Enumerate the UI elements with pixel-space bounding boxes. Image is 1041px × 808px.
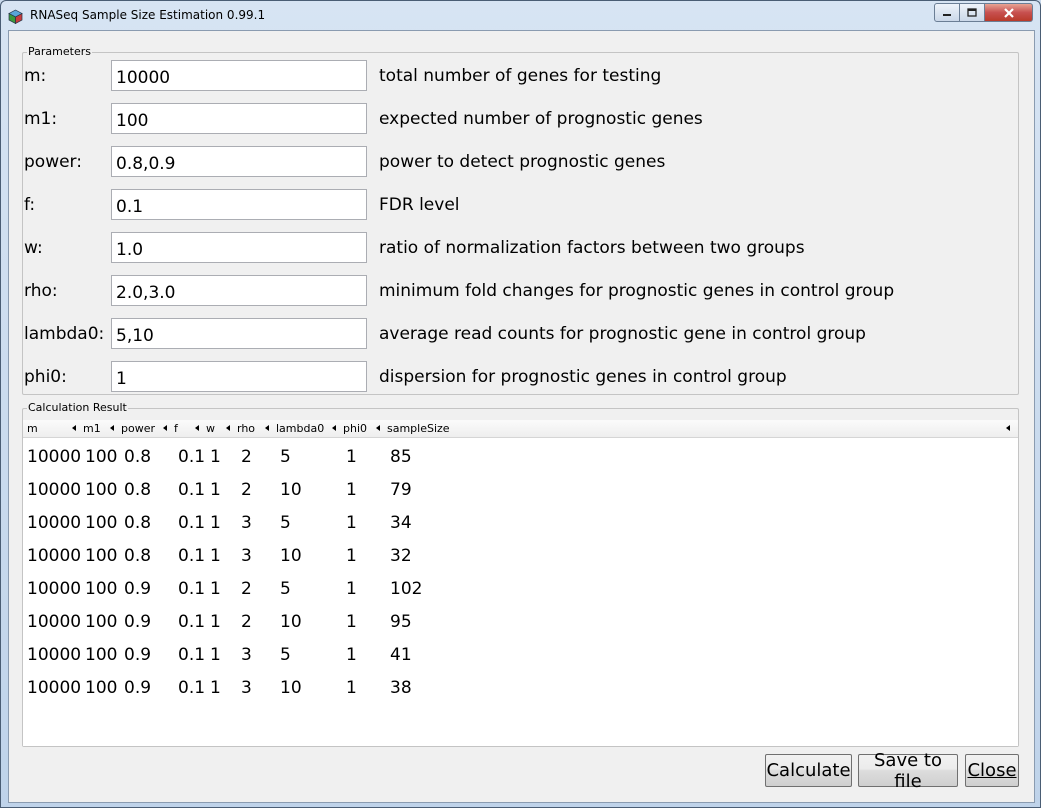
- param-label: rho:: [24, 281, 58, 301]
- close-window-button[interactable]: [985, 3, 1033, 22]
- parameters-group: Parameters m: total number of genes for …: [22, 45, 1019, 395]
- f-input[interactable]: [111, 189, 367, 220]
- param-description: expected number of prognostic genes: [379, 109, 703, 129]
- param-label: m1:: [24, 109, 58, 129]
- lambda0-input[interactable]: [111, 318, 367, 349]
- results-title: Calculation Result: [27, 401, 128, 415]
- sort-arrow-icon: [226, 425, 230, 431]
- param-description: FDR level: [379, 195, 460, 215]
- calculate-button[interactable]: Calculate: [765, 754, 852, 787]
- app-window: RNASeq Sample Size Estimation 0.99.1 Par…: [0, 0, 1041, 808]
- col-header-rho[interactable]: rho: [233, 420, 272, 437]
- param-label: lambda0:: [24, 324, 105, 344]
- param-label: w:: [24, 238, 43, 258]
- phi0-input[interactable]: [111, 361, 367, 392]
- col-header-m1[interactable]: m1: [79, 420, 117, 437]
- results-group: Calculation Result m m1 power f w rho la…: [22, 401, 1019, 747]
- param-description: power to detect prognostic genes: [379, 152, 666, 172]
- param-description: ratio of normalization factors between t…: [379, 238, 805, 258]
- param-description: minimum fold changes for prognostic gene…: [379, 281, 895, 301]
- minimize-button[interactable]: [934, 3, 960, 22]
- col-header-phi0[interactable]: phi0: [339, 420, 383, 437]
- sort-arrow-icon: [195, 425, 199, 431]
- sort-arrow-icon: [265, 425, 269, 431]
- close-button[interactable]: Close: [965, 754, 1019, 787]
- window-title: RNASeq Sample Size Estimation 0.99.1: [30, 8, 266, 22]
- minimize-icon: [943, 13, 951, 16]
- maximize-icon: [967, 8, 977, 17]
- title-bar[interactable]: RNASeq Sample Size Estimation 0.99.1: [1, 1, 1040, 31]
- param-label: f:: [24, 195, 36, 215]
- sort-arrow-icon: [110, 425, 114, 431]
- col-header-m[interactable]: m: [23, 420, 79, 437]
- app-cube-icon: [8, 9, 23, 24]
- rho-input[interactable]: [111, 275, 367, 306]
- m-input[interactable]: [111, 60, 367, 91]
- col-header-w[interactable]: w: [202, 420, 233, 437]
- col-header-power[interactable]: power: [117, 420, 170, 437]
- param-label: m:: [24, 66, 47, 86]
- m1-input[interactable]: [111, 103, 367, 134]
- close-icon: [1003, 7, 1014, 18]
- param-label: phi0:: [24, 367, 67, 387]
- col-header-lambda0[interactable]: lambda0: [272, 420, 339, 437]
- sort-arrow-icon: [1006, 425, 1010, 431]
- param-description: dispersion for prognostic genes in contr…: [379, 367, 787, 387]
- parameters-title: Parameters: [27, 45, 92, 59]
- save-to-file-button[interactable]: Save to file: [858, 750, 958, 792]
- sort-arrow-icon: [163, 425, 167, 431]
- col-header-f[interactable]: f: [170, 420, 202, 437]
- power-input[interactable]: [111, 146, 367, 177]
- maximize-button[interactable]: [960, 3, 985, 22]
- col-header-samplesize[interactable]: sampleSize: [383, 420, 1016, 437]
- param-label: power:: [24, 152, 82, 172]
- sort-arrow-icon: [332, 425, 336, 431]
- results-table: m m1 power f w rho lambda0 phi0 sampleSi…: [23, 420, 1018, 746]
- w-input[interactable]: [111, 232, 367, 263]
- client-area: Parameters m: total number of genes for …: [8, 30, 1035, 803]
- sort-arrow-icon: [72, 425, 76, 431]
- param-description: total number of genes for testing: [379, 66, 662, 86]
- table-header: m m1 power f w rho lambda0 phi0 sampleSi…: [23, 420, 1018, 438]
- param-description: average read counts for prognostic gene …: [379, 324, 866, 344]
- sort-arrow-icon: [376, 425, 380, 431]
